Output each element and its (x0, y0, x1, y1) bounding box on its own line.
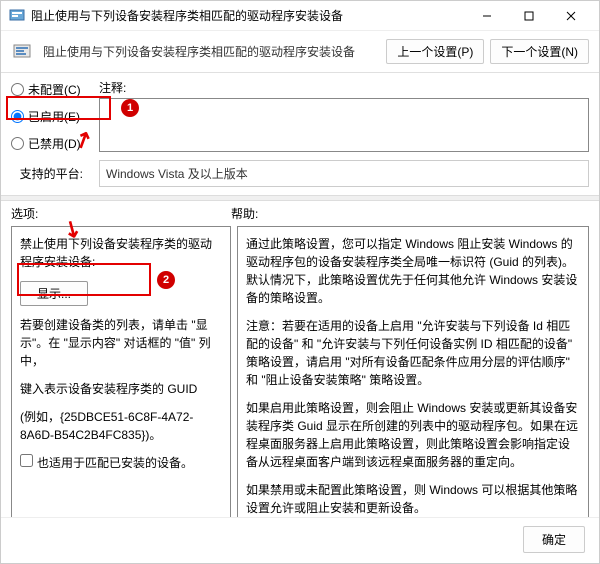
help-section-label: 帮助: (231, 205, 589, 222)
radio-not-configured[interactable]: 未配置(C) (11, 81, 89, 98)
radio-disabled-input[interactable] (11, 137, 24, 150)
window-title: 阻止使用与下列设备安装程序类相匹配的驱动程序安装设备 (31, 7, 467, 24)
radio-enabled[interactable]: 已启用(E) (11, 108, 89, 125)
comment-label: 注释: (99, 79, 589, 96)
radio-enabled-label: 已启用(E) (28, 108, 80, 125)
options-title: 禁止使用下列设备安装程序类的驱动程序安装设备: (20, 235, 222, 271)
comment-textarea[interactable] (99, 98, 589, 152)
radio-disabled-label: 已禁用(D) (28, 135, 81, 152)
radio-not-configured-label: 未配置(C) (28, 81, 81, 98)
apply-to-installed-checkbox[interactable] (20, 454, 33, 467)
help-panel: 通过此策略设置，您可以指定 Windows 阻止安装 Windows 的驱动程序… (237, 226, 589, 517)
supported-on-value: Windows Vista 及以上版本 (99, 160, 589, 187)
help-paragraph-2: 注意：若要在适用的设备上启用 "允许安装与下列设备 Id 相匹配的设备" 和 "… (246, 317, 580, 389)
policy-title: 阻止使用与下列设备安装程序类相匹配的驱动程序安装设备 (43, 43, 376, 60)
show-button[interactable]: 显示... (20, 281, 88, 306)
ok-button[interactable]: 确定 (523, 526, 585, 553)
app-icon (9, 8, 25, 24)
options-panel: 禁止使用下列设备安装程序类的驱动程序安装设备: 显示... 若要创建设备类的列表… (11, 226, 231, 517)
options-section-label: 选项: (11, 205, 231, 222)
options-hint-2: 键入表示设备安装程序类的 GUID (20, 380, 222, 398)
close-button[interactable] (551, 2, 591, 30)
maximize-button[interactable] (509, 2, 549, 30)
radio-enabled-input[interactable] (11, 110, 24, 123)
supported-on-label: 支持的平台: (11, 165, 89, 182)
apply-to-installed-label: 也适用于匹配已安装的设备。 (37, 454, 193, 471)
help-paragraph-4: 如果禁用或未配置此策略设置，则 Windows 可以根据其他策略设置允许或阻止安… (246, 481, 580, 517)
next-setting-button[interactable]: 下一个设置(N) (490, 39, 589, 64)
options-hint-3: (例如，{25DBCE51-6C8F-4A72-8A6D-B54C2B4FC83… (20, 408, 222, 444)
policy-icon (11, 41, 33, 63)
help-paragraph-3: 如果启用此策略设置，则会阻止 Windows 安装或更新其设备安装程序类 Gui… (246, 399, 580, 471)
radio-not-configured-input[interactable] (11, 83, 24, 96)
previous-setting-button[interactable]: 上一个设置(P) (386, 39, 484, 64)
radio-disabled[interactable]: 已禁用(D) (11, 135, 89, 152)
options-hint-1: 若要创建设备类的列表，请单击 "显示"。在 "显示内容" 对话框的 "值" 列中… (20, 316, 222, 370)
minimize-button[interactable] (467, 2, 507, 30)
help-paragraph-1: 通过此策略设置，您可以指定 Windows 阻止安装 Windows 的驱动程序… (246, 235, 580, 307)
